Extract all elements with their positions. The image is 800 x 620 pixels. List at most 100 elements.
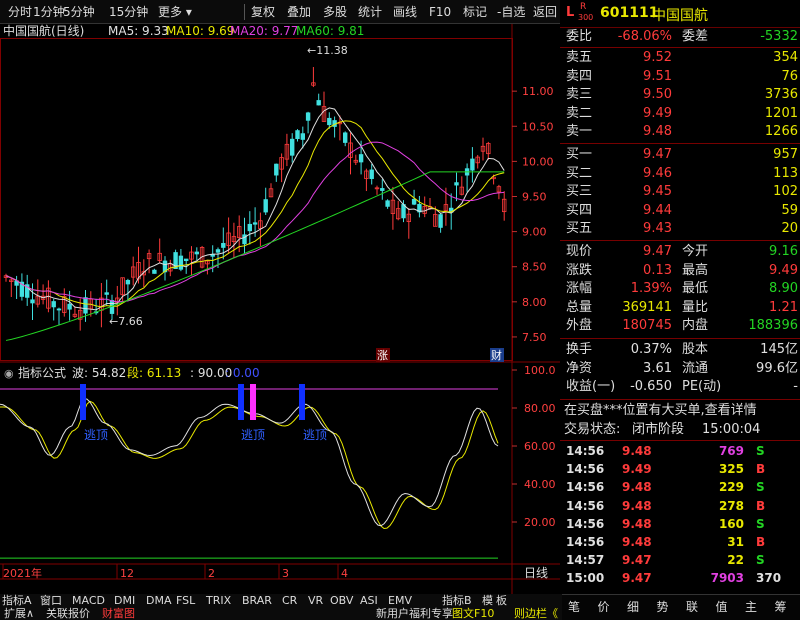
mark-button[interactable]: 标记 — [463, 3, 487, 21]
sell-row-2[interactable]: 卖二 9.49 1201 — [560, 105, 800, 123]
quote-panel: 委比 -68.06% 委差 -5332 卖五 9.52 354 卖四 9.51 76 卖三 9.50 3… — [560, 28, 800, 594]
wealth-chart-tab[interactable]: 财富图 — [102, 607, 135, 620]
candle-body — [183, 258, 189, 262]
tick-volume: 7903 — [710, 571, 744, 586]
tab-5min[interactable]: 5分钟 — [63, 3, 95, 21]
indicator-tab-emv[interactable]: EMV — [388, 594, 412, 607]
draw-line-button[interactable]: 画线 — [393, 3, 417, 21]
stats-button[interactable]: 统计 — [358, 3, 382, 21]
tick-volume: 160 — [718, 516, 744, 531]
sell-price: 9.52 — [643, 50, 672, 65]
indicator-tab-cr[interactable]: CR — [282, 594, 297, 607]
sell-row-3[interactable]: 卖三 9.50 3736 — [560, 86, 800, 104]
linked-quote-tab[interactable]: 关联报价 — [46, 607, 90, 620]
indicator-b-tab[interactable]: 模 — [482, 594, 493, 607]
stat-value: 8.90 — [769, 281, 798, 296]
multi-stock-button[interactable]: 多股 — [323, 3, 347, 21]
new-user-promo-link[interactable]: 新用户福利专享 — [376, 607, 453, 620]
tick-price: 9.48 — [622, 535, 652, 549]
indicator-tab-dma[interactable]: DMA — [146, 594, 172, 607]
add-favorite-button[interactable]: -自选 — [497, 3, 525, 21]
f10-graphic-link[interactable]: 图文F10 — [452, 607, 494, 620]
indicator-b-tab[interactable]: 板 — [496, 594, 507, 607]
candlestick-chart[interactable]: 中国国航(日线) MA5: 9.33MA10: 9.69MA20: 9.77MA6… — [0, 23, 560, 594]
right-tab-8[interactable]: 筹 — [775, 597, 787, 617]
divider — [560, 399, 800, 400]
f10-button[interactable]: F10 — [429, 3, 451, 21]
buy-row-5[interactable]: 买五 9.43 20 — [560, 220, 800, 238]
sell-row-1[interactable]: 卖一 9.48 1266 — [560, 123, 800, 141]
buy-row-3[interactable]: 买三 9.45 102 — [560, 183, 800, 201]
candle-body — [411, 198, 417, 205]
tick-price: 9.48 — [622, 480, 652, 495]
indicator-tab-窗口[interactable]: 窗口 — [40, 594, 62, 607]
tick-row: 14:56 9.48 278 B — [560, 497, 800, 515]
buy-row-1[interactable]: 买一 9.47 957 — [560, 146, 800, 164]
buy-row-2[interactable]: 买二 9.46 113 — [560, 165, 800, 183]
right-tab-1[interactable]: 笔 — [568, 597, 580, 617]
tab-timeshare[interactable]: 分时 — [8, 3, 32, 21]
right-tab-2[interactable]: 价 — [598, 597, 610, 617]
collapse-icon[interactable]: ◉ — [4, 367, 14, 380]
restore-rights-button[interactable]: 复权 — [251, 3, 275, 21]
tick-volume: 278 — [718, 498, 744, 513]
r-label: R — [580, 2, 587, 12]
sell-row-4[interactable]: 卖四 9.51 76 — [560, 68, 800, 86]
indicator-tab-macd[interactable]: MACD — [72, 594, 105, 607]
stock-name: 中国国航 — [652, 8, 708, 24]
indicator-tab-指标a[interactable]: 指标A — [2, 594, 32, 607]
zhang-badge[interactable]: 涨 — [376, 348, 390, 362]
svg-text:涨: 涨 — [377, 349, 388, 362]
indicator-tab-vr[interactable]: VR — [308, 594, 323, 607]
sidebar-toggle[interactable]: 则边栏《 — [514, 607, 558, 620]
buy-label: 买二 — [566, 165, 593, 181]
candle-body — [152, 269, 157, 274]
right-tab-6[interactable]: 值 — [716, 597, 728, 617]
tab-15min[interactable]: 15分钟 — [109, 3, 148, 21]
candle-body — [358, 154, 364, 163]
weibi-value: -68.06% — [617, 29, 672, 44]
tick-price: 9.48 — [622, 444, 652, 458]
indicator-tab-fsl[interactable]: FSL — [176, 594, 195, 607]
date-label: 4 — [341, 567, 348, 580]
buy-volume: 102 — [773, 184, 798, 199]
divider — [560, 143, 800, 144]
big-order-alert[interactable]: 在买盘***位置有大买单,查看详情 — [560, 402, 800, 420]
sell-row-5[interactable]: 卖五 9.52 354 — [560, 49, 800, 67]
expand-button[interactable]: 扩展∧ — [4, 607, 34, 620]
tick-volume: 22 — [727, 553, 744, 568]
tick-direction: S — [756, 516, 765, 531]
right-tab-3[interactable]: 细 — [627, 597, 639, 617]
indicator-tab-dmi[interactable]: DMI — [114, 594, 135, 607]
period-label[interactable]: 日线 — [524, 566, 548, 580]
market-badge: L — [566, 5, 575, 20]
indicator-tab-asi[interactable]: ASI — [360, 594, 378, 607]
buy-price: 9.45 — [643, 184, 672, 199]
indicator-b-tab[interactable]: 指标B — [442, 594, 472, 607]
ma60-line — [5, 171, 505, 341]
sell-label: 卖三 — [566, 87, 593, 102]
candle-body — [51, 301, 56, 308]
indicator-tab-brar[interactable]: BRAR — [242, 594, 272, 607]
wave-label: 波: 54.82 — [72, 366, 126, 380]
fund-value: 99.6亿 — [756, 360, 798, 376]
indicator-tab-obv[interactable]: OBV — [330, 594, 353, 607]
candle-body — [289, 138, 295, 156]
tick-row: 14:56 9.49 325 B — [560, 460, 800, 478]
price-tick-label: 8.50 — [522, 261, 547, 274]
right-tab-7[interactable]: 主 — [745, 597, 757, 617]
indicator-tab-trix[interactable]: TRIX — [206, 594, 231, 607]
chart-panel[interactable]: 中国国航(日线) MA5: 9.33 MA10: 9.69 MA20: 9.77 MA6… — [0, 23, 560, 594]
tab-1min[interactable]: 1分钟 — [33, 3, 65, 21]
back-button[interactable]: 返回 — [533, 3, 557, 21]
zero-label: : 0.00 — [225, 366, 260, 380]
right-tab-5[interactable]: 联 — [686, 597, 698, 617]
more-menu[interactable]: 更多 ▾ — [158, 3, 192, 21]
stat-value: 9.16 — [769, 244, 798, 259]
tick-time: 14:56 — [566, 516, 605, 531]
overlay-button[interactable]: 叠加 — [287, 3, 311, 21]
fund-label: 收益(一) — [566, 379, 616, 394]
buy-row-4[interactable]: 买四 9.44 59 — [560, 202, 800, 220]
cai-badge[interactable]: 财 — [490, 348, 504, 362]
right-tab-4[interactable]: 势 — [657, 597, 669, 617]
